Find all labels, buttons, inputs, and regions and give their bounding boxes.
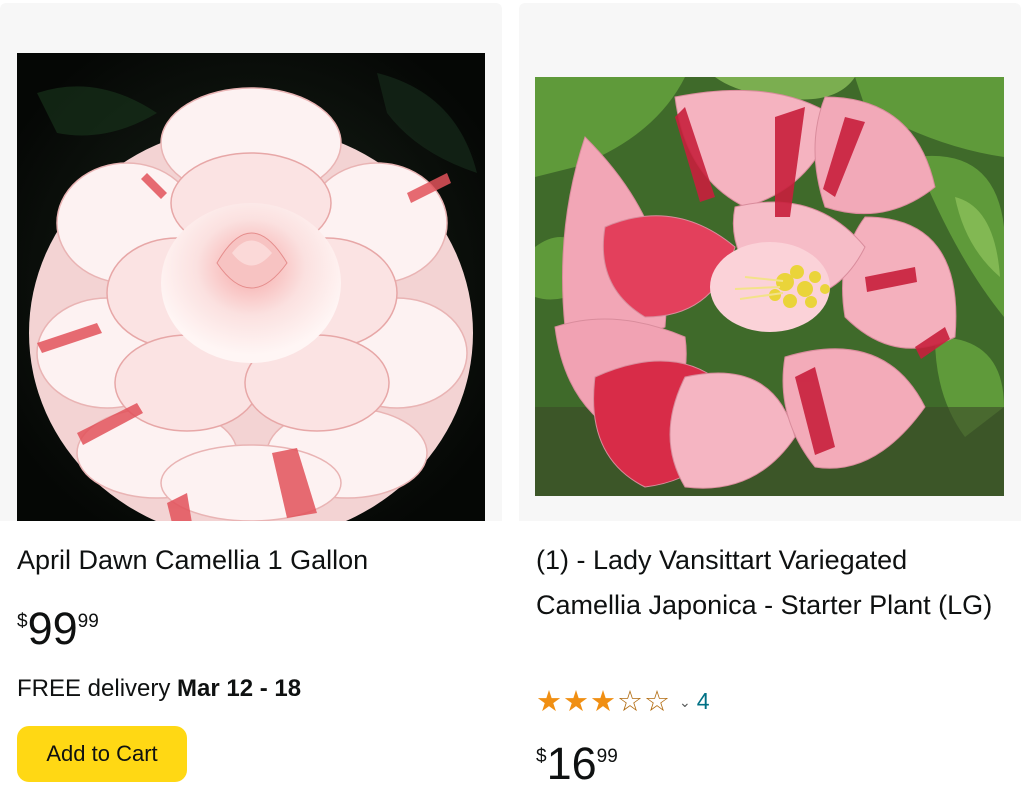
- price-fraction: 99: [596, 746, 618, 767]
- price-whole: 99: [27, 603, 78, 654]
- price-whole: 16: [546, 738, 597, 789]
- delivery-info: FREE delivery Mar 12 - 18: [17, 675, 301, 703]
- product-image-area[interactable]: [0, 3, 502, 521]
- chevron-down-icon[interactable]: ⌄: [679, 695, 691, 711]
- star-empty-icon: ☆: [617, 684, 643, 718]
- price-symbol: $: [17, 611, 28, 632]
- star-empty-icon: ☆: [644, 684, 670, 718]
- product-card: April Dawn Camellia 1 Gallon $9999 FREE …: [0, 3, 502, 811]
- star-full-icon: ★: [590, 684, 616, 718]
- star-full-icon: ★: [536, 684, 562, 718]
- price-symbol: $: [536, 746, 547, 767]
- camellia-variegated-image: [535, 77, 1004, 496]
- product-title[interactable]: (1) - Lady Vansittart Variegated Camelli…: [536, 538, 996, 628]
- rating-stars[interactable]: ★ ★ ★ ☆ ☆: [536, 686, 671, 716]
- product-card: (1) - Lady Vansittart Variegated Camelli…: [519, 3, 1021, 811]
- product-grid: April Dawn Camellia 1 Gallon $9999 FREE …: [0, 0, 1024, 811]
- product-image[interactable]: [535, 77, 1004, 496]
- add-to-cart-button[interactable]: Add to Cart: [17, 726, 187, 782]
- product-rating[interactable]: ★ ★ ★ ☆ ☆ ⌄ 4: [536, 685, 710, 717]
- price-fraction: 99: [77, 611, 99, 632]
- product-price: $9999: [17, 605, 99, 653]
- review-count-link[interactable]: 4: [697, 688, 710, 715]
- camellia-pink-white-image: [17, 53, 485, 521]
- delivery-prefix: FREE delivery: [17, 675, 178, 702]
- product-image[interactable]: [17, 53, 485, 521]
- product-price: $1699: [536, 740, 618, 788]
- product-title[interactable]: April Dawn Camellia 1 Gallon: [17, 538, 477, 583]
- delivery-date: Mar 12 - 18: [177, 675, 302, 702]
- product-image-area[interactable]: [519, 3, 1021, 521]
- star-full-icon: ★: [563, 684, 589, 718]
